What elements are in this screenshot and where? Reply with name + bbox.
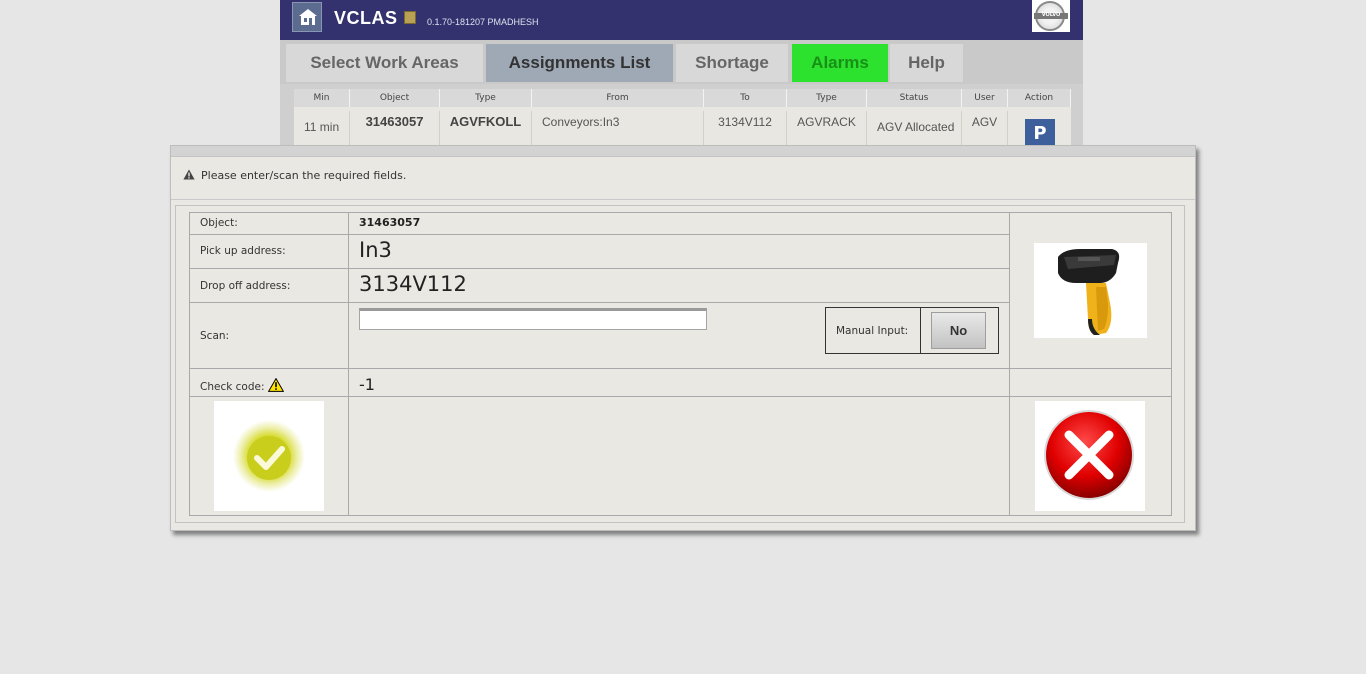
object-value: 31463057 bbox=[359, 216, 421, 229]
main-app: VCLAS 0.1.70-181207 PMADHESH VOLVO Selec… bbox=[280, 0, 1083, 160]
column-header-to: To bbox=[704, 89, 787, 107]
column-header-from: From bbox=[532, 89, 704, 107]
column-header-type2: Type bbox=[787, 89, 867, 107]
tab-assignments-list[interactable]: Assignments List bbox=[486, 44, 673, 82]
barcode-scanner-icon bbox=[1034, 243, 1147, 338]
dialog-message-text: Please enter/scan the required fields. bbox=[201, 169, 407, 182]
app-version: 0.1.70-181207 PMADHESH bbox=[427, 17, 539, 27]
volvo-logo: VOLVO bbox=[1032, 0, 1070, 32]
column-header-min: Min bbox=[294, 89, 350, 107]
scan-label: Scan: bbox=[200, 330, 230, 342]
home-button[interactable] bbox=[292, 2, 322, 32]
check-code-value: -1 bbox=[359, 375, 375, 394]
main-nav: Select Work Areas Assignments List Short… bbox=[280, 40, 1083, 84]
home-icon bbox=[299, 9, 317, 25]
check-code-label: Check code: bbox=[200, 377, 285, 395]
dialog-titlebar bbox=[171, 146, 1195, 157]
scan-dialog: Please enter/scan the required fields. O… bbox=[170, 145, 1196, 531]
column-header-object: Object bbox=[350, 89, 440, 107]
scan-input[interactable] bbox=[359, 308, 707, 330]
cancel-x-icon bbox=[1044, 410, 1134, 500]
scan-form: Object: 31463057 Pick up address: In3 Dr… bbox=[189, 212, 1172, 516]
check-icon bbox=[233, 420, 305, 492]
manual-input-toggle[interactable]: No bbox=[931, 312, 986, 349]
column-header-action: Action bbox=[1008, 89, 1071, 107]
tab-help[interactable]: Help bbox=[890, 44, 963, 82]
header-bar: VCLAS 0.1.70-181207 PMADHESH VOLVO bbox=[280, 0, 1083, 40]
column-header-type: Type bbox=[440, 89, 532, 107]
dropoff-label: Drop off address: bbox=[200, 280, 291, 292]
manual-input-label: Manual Input: bbox=[836, 325, 909, 337]
lock-icon bbox=[404, 11, 416, 24]
manual-input-group: Manual Input: No bbox=[825, 307, 999, 354]
warning-icon bbox=[267, 377, 285, 395]
column-header-user: User bbox=[962, 89, 1008, 107]
cancel-button[interactable] bbox=[1035, 401, 1145, 511]
dialog-message: Please enter/scan the required fields. bbox=[183, 169, 406, 183]
warning-icon bbox=[183, 169, 195, 183]
pickup-label: Pick up address: bbox=[200, 245, 286, 257]
column-header-status: Status bbox=[867, 89, 962, 107]
pickup-value: In3 bbox=[359, 238, 392, 262]
tab-select-work-areas[interactable]: Select Work Areas bbox=[286, 44, 483, 82]
dialog-divider bbox=[171, 199, 1195, 200]
confirm-button[interactable] bbox=[214, 401, 324, 511]
tab-alarms[interactable]: Alarms bbox=[792, 44, 888, 82]
tab-shortage[interactable]: Shortage bbox=[676, 44, 788, 82]
object-label: Object: bbox=[200, 217, 238, 229]
app-name: VCLAS bbox=[334, 8, 398, 28]
dropoff-value: 3134V112 bbox=[359, 272, 467, 296]
